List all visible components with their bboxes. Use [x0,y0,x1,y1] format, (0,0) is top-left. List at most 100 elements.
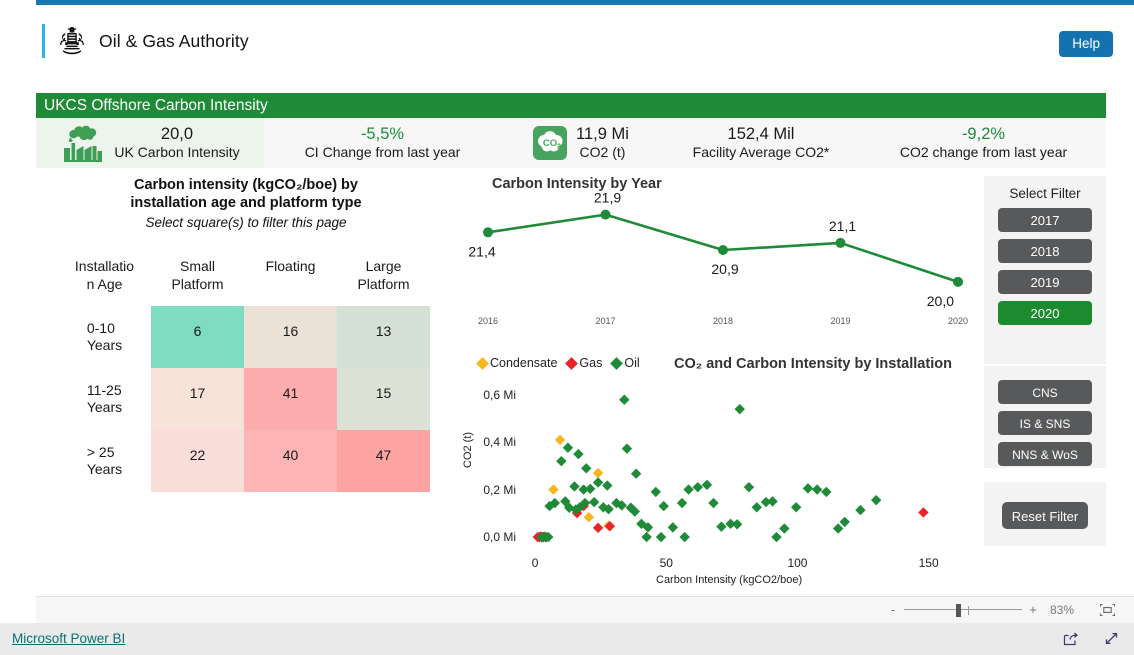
kpi-label: CO2 change from last year [899,144,1068,161]
scatter-point-oil-50 [839,516,850,528]
scatter-point-oil-45 [790,502,802,513]
svg-text:CO: CO [543,138,557,149]
scatter-point-oil-52 [870,494,882,506]
scatter-chart-title: CO₂ and Carbon Intensity by Installation [674,356,952,372]
scatter-point-condensate-0 [554,434,566,446]
legend-item-gas[interactable]: Gas [565,356,603,370]
scatter-point-oil-59 [679,531,690,543]
zoom-percent-label: 83% [1049,602,1074,617]
region-filter-cns[interactable]: CNS [998,380,1092,404]
left-rail [0,0,36,596]
line-x-tick-3: 2019 [830,316,851,326]
heatmap-row: > 25 Years 22 40 47 [58,430,430,492]
microsoft-power-bi-link[interactable]: Microsoft Power BI [12,631,125,646]
year-filter-2018[interactable]: 2018 [998,239,1092,263]
year-filter-buttons: 2017 2018 2019 2020 [984,208,1106,325]
kpi-strip: 20,0 UK Carbon Intensity -5,5% CI Change… [36,118,1106,168]
brand-accent-bar [42,24,45,58]
scatter-point-oil-44 [779,523,790,534]
line-x-tick-1: 2017 [595,316,616,326]
zoom-slider[interactable] [904,603,1022,617]
legend-label: Gas [579,356,603,370]
heatmap-cell-1-2[interactable]: 15 [337,368,430,430]
scatter-point-oil-32 [676,497,688,509]
line-point-2 [718,245,728,255]
report-footer: Microsoft Power BI [0,623,1134,655]
brand-lockup: Oil & Gas Authority [42,24,249,58]
line-data-label-0: 21,4 [468,243,495,259]
heatmap-col-header-2: Large Platform [357,258,410,292]
zoom-slider-thumb[interactable] [956,603,961,617]
line-data-label-4: 20,0 [927,293,954,309]
heatmap-cell-2-0[interactable]: 22 [151,430,244,492]
heatmap-cell-1-1[interactable]: 41 [244,368,337,430]
brand-title: Oil & Gas Authority [99,30,249,51]
scatter-point-oil-46 [802,483,814,494]
scatter-point-oil-31 [667,522,679,533]
scatter-point-oil-3 [556,455,567,467]
heatmap-cell-0-1[interactable]: 16 [244,306,337,368]
scatter-point-oil-48 [821,486,832,498]
region-filter-panel: CNS IS & SNS NNS & WoS [984,366,1106,468]
scatter-point-oil-39 [731,519,743,530]
zoom-control: - + 83% [888,602,1074,617]
scatter-point-oil-37 [716,521,727,532]
heatmap-cell-1-0[interactable]: 17 [151,368,244,430]
scatter-point-oil-7 [630,468,642,479]
heatmap-subtitle: Select square(s) to filter this page [145,214,347,230]
kpi-text: 20,0 UK Carbon Intensity [114,125,239,160]
heatmap-cell-0-0[interactable]: 6 [151,306,244,368]
line-point-1 [600,209,611,220]
scatter-point-oil-6 [621,443,633,454]
scatter-point-oil-41 [751,502,763,513]
fullscreen-icon[interactable] [1103,630,1120,647]
region-filter-issns[interactable]: IS & SNS [998,411,1092,435]
kpi-value: 20,0 [160,125,194,144]
kpi-text: -9,2% CO2 change from last year [900,125,1067,160]
scatter-point-oil-40 [743,481,755,493]
kpi-co2-total: CO 2 11,9 Mi CO2 (t) [501,118,661,168]
scatter-y-tick-1: 0,2 Mi [483,482,516,497]
help-button[interactable]: Help [1059,31,1113,57]
scatter-point-condensate-3 [583,512,595,523]
kpi-text: -5,5% CI Change from last year [305,125,461,160]
heatmap-row: 11-25 Years 17 41 15 [58,368,430,430]
legend-label: Oil [624,356,640,370]
brand-header: Oil & Gas Authority Help [36,14,1134,72]
heatmap-col-header-0: Small Platform [171,258,224,292]
zoom-in-button[interactable]: + [1028,602,1038,617]
footer-icons [1062,630,1120,647]
legend-item-condensate[interactable]: Condensate [476,356,557,370]
reset-filter-button[interactable]: Reset Filter [1002,502,1088,529]
line-chart-visual: Carbon Intensity by Year 21,4 21,9 20,9 21,… [456,176,976,336]
legend-swatch-icon [610,356,624,370]
heatmap-cell-0-2[interactable]: 13 [337,306,430,368]
year-filter-2019[interactable]: 2019 [998,270,1092,294]
heatmap-title-line1: Carbon intensity (kgCO₂/boe) by [134,177,358,193]
scatter-point-condensate-1 [548,484,559,495]
scatter-legend: Condensate Gas Oil [476,356,640,370]
report-canvas: UKCS Offshore Carbon Intensity 20,0 UK C… [36,84,1134,596]
heatmap-cell-2-1[interactable]: 40 [244,430,337,492]
scatter-point-oil-20 [588,496,600,508]
legend-item-oil[interactable]: Oil [610,356,640,370]
year-filter-2020[interactable]: 2020 [998,301,1092,325]
line-data-label-2: 20,9 [711,261,738,277]
region-filter-buttons: CNS IS & SNS NNS & WoS [984,380,1106,466]
year-filter-2017[interactable]: 2017 [998,208,1092,232]
factory-emissions-icon [60,124,106,163]
share-icon[interactable] [1062,630,1079,647]
kpi-label: CO2 (t) [579,144,626,161]
fit-to-page-icon[interactable] [1099,603,1116,617]
scatter-point-oil-30 [658,500,669,512]
line-chart-title: Carbon Intensity by Year [492,176,662,192]
region-filter-nnswos[interactable]: NNS & WoS [998,442,1092,466]
kpi-value: -9,2% [961,125,1006,144]
line-data-label-3: 21,1 [829,218,856,234]
kpi-co2-change: -9,2% CO2 change from last year [861,118,1106,168]
scatter-x-axis-label: Carbon Intensity (kgCO2/boe) [656,574,803,586]
zoom-out-button[interactable]: - [888,602,898,617]
line-point-4 [953,276,963,287]
heatmap-cell-2-2[interactable]: 47 [337,430,430,492]
scatter-point-gas-10 [918,507,929,518]
